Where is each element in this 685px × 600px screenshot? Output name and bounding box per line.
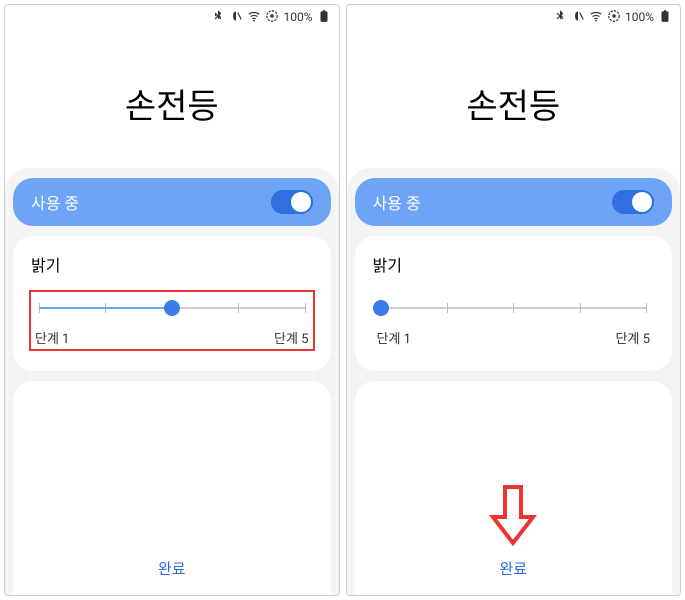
battery-text: 100% xyxy=(283,10,312,24)
content: 사용 중 밝기 단계 1 단계 5 xyxy=(347,168,681,595)
slider-min-label: 단계 1 xyxy=(35,328,69,347)
brightness-card: 밝기 단계 1 단계 5 xyxy=(355,236,673,371)
toggle-label: 사용 중 xyxy=(373,190,421,214)
bluetooth-icon xyxy=(211,9,225,26)
wifi-icon xyxy=(589,9,603,26)
battery-icon xyxy=(317,9,331,26)
slider-max-label: 단계 5 xyxy=(616,328,650,347)
status-bar: 100% xyxy=(347,5,681,29)
slider-thumb[interactable] xyxy=(373,300,389,316)
brightness-slider-wrap: 단계 1 단계 5 xyxy=(373,296,655,349)
down-arrow-hint-icon xyxy=(488,483,538,551)
done-button[interactable]: 완료 xyxy=(13,558,331,579)
toggle-switch[interactable] xyxy=(612,190,654,214)
data-saver-icon xyxy=(265,9,279,26)
data-saver-icon xyxy=(607,9,621,26)
brightness-label: 밝기 xyxy=(31,252,313,276)
page-header: 손전등 xyxy=(347,29,681,168)
toggle-label: 사용 중 xyxy=(31,190,79,214)
phone-screen-right: 100% 손전등 사용 중 밝기 xyxy=(346,4,682,596)
battery-icon xyxy=(658,9,672,26)
battery-text: 100% xyxy=(625,10,654,24)
page-header: 손전등 xyxy=(5,29,339,168)
mute-icon xyxy=(229,9,243,26)
bluetooth-icon xyxy=(553,9,567,26)
wifi-icon xyxy=(247,9,261,26)
page-title: 손전등 xyxy=(347,79,681,128)
toggle-row[interactable]: 사용 중 xyxy=(13,178,331,226)
spacer-card: 완료 xyxy=(355,381,673,595)
page-title: 손전등 xyxy=(5,79,339,128)
brightness-slider-highlight: 단계 1 단계 5 xyxy=(29,290,315,351)
slider-min-label: 단계 1 xyxy=(377,328,411,347)
brightness-card: 밝기 단계 1 단계 5 xyxy=(13,236,331,371)
spacer-card: 완료 xyxy=(13,381,331,595)
phone-screen-left: 100% 손전등 사용 중 밝기 xyxy=(4,4,340,596)
brightness-label: 밝기 xyxy=(373,252,655,276)
brightness-slider[interactable] xyxy=(39,298,305,318)
brightness-slider[interactable] xyxy=(381,298,647,318)
toggle-row[interactable]: 사용 중 xyxy=(355,178,673,226)
slider-thumb[interactable] xyxy=(164,300,180,316)
slider-max-label: 단계 5 xyxy=(274,328,308,347)
toggle-switch[interactable] xyxy=(271,190,313,214)
done-button[interactable]: 완료 xyxy=(355,558,673,579)
status-bar: 100% xyxy=(5,5,339,29)
content: 사용 중 밝기 단계 1 단계 5 xyxy=(5,168,339,595)
mute-icon xyxy=(571,9,585,26)
